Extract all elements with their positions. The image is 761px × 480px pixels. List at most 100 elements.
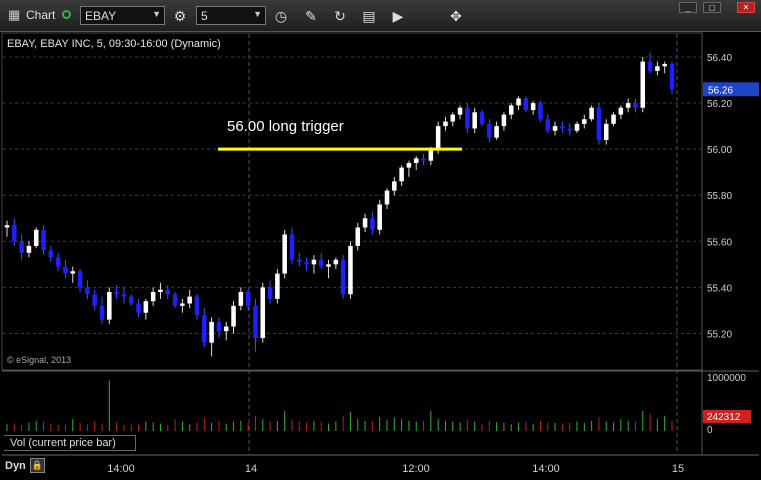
candle-body (92, 294, 97, 306)
candle-body (465, 107, 470, 129)
price-tick-label: 55.60 (707, 237, 732, 248)
candle-body (399, 167, 404, 182)
candle-body (70, 271, 76, 274)
candle-body (494, 126, 499, 138)
time-tick-label: 14:00 (532, 463, 560, 475)
candle-body (253, 305, 258, 339)
candle-body (538, 103, 543, 120)
price-tick-label: 56.20 (707, 99, 732, 110)
candle-body (640, 61, 646, 108)
candle-body (172, 294, 178, 306)
candle-body (333, 259, 339, 265)
candle-body (647, 61, 653, 71)
volume-study-label[interactable]: Vol (current price bar) (4, 435, 136, 451)
candle-body (443, 121, 448, 127)
candle-body (523, 98, 529, 111)
candle-body (567, 128, 572, 131)
candle-body (406, 162, 412, 168)
dynamic-mode-label: Dyn (5, 460, 26, 472)
candle-body (180, 303, 185, 306)
last-price-value: 56.26 (708, 85, 733, 96)
candle-body (355, 227, 361, 246)
last-volume-value: 242312 (707, 412, 741, 423)
candle-body (311, 259, 317, 265)
candle-body (582, 119, 587, 124)
candle-body (552, 126, 558, 131)
price-tick-label: 56.40 (707, 53, 732, 64)
candle-body (107, 291, 112, 320)
candle-body (194, 296, 200, 316)
time-tick-label: 12:00 (402, 463, 430, 475)
candle-body (472, 112, 477, 129)
lock-icon[interactable]: 🔒 (30, 458, 45, 473)
price-panel-frame (1, 32, 703, 371)
candle-body (611, 114, 616, 124)
volume-series (6, 380, 673, 431)
candle-body (41, 229, 46, 251)
candle-body (589, 107, 594, 120)
trigger-annotation: 56.00 long trigger (227, 118, 344, 135)
candle-body (362, 218, 368, 228)
candle-body (48, 250, 54, 258)
candle-body (318, 259, 324, 267)
price-tick-label: 55.20 (707, 329, 732, 340)
price-tick-label: 55.80 (707, 191, 732, 202)
candle-body (187, 296, 192, 304)
candle-body (487, 123, 492, 138)
candle-body (479, 112, 485, 124)
candle-body (377, 204, 382, 230)
candle-body (260, 287, 266, 339)
candle-body (384, 190, 390, 205)
candle-body (114, 291, 119, 295)
chart-header: EBAY, EBAY INC, 5, 09:30-16:00 (Dynamic) (7, 38, 221, 50)
time-tick-label: 14 (245, 463, 257, 475)
candle-body (304, 262, 309, 265)
candle-body (136, 303, 141, 313)
candle-body (55, 257, 61, 267)
candle-body (662, 63, 667, 67)
candle-body (223, 326, 229, 332)
candle-body (326, 264, 331, 267)
price-tick-label: 55.40 (707, 283, 732, 294)
candle-body (457, 107, 463, 115)
candlestick-series (4, 52, 675, 357)
candle-body (370, 218, 375, 230)
candle-body (625, 103, 631, 108)
candle-body (121, 294, 127, 297)
candle-body (428, 149, 434, 161)
candle-body (282, 234, 287, 274)
price-tick-label: 56.00 (707, 145, 732, 156)
candle-body (231, 305, 236, 327)
candle-body (618, 107, 624, 115)
candle-body (245, 291, 251, 306)
candle-body (238, 291, 244, 306)
time-axis: 14:00 14 12:00 14:00 15 (107, 463, 684, 475)
candle-body (560, 126, 565, 129)
candle-body (340, 259, 346, 295)
candle-body (19, 241, 24, 253)
candle-body (85, 287, 90, 295)
candle-body (603, 123, 609, 140)
candle-body (275, 273, 280, 299)
candle-body (150, 291, 156, 302)
candle-body (413, 158, 419, 163)
candle-body (508, 105, 514, 115)
candle-body (209, 321, 214, 343)
candle-body (216, 321, 222, 332)
price-chart[interactable]: 56.40 56.20 56.00 55.80 55.60 55.40 55.20 14:0… (0, 0, 761, 480)
candle-body (4, 225, 10, 228)
candle-body (165, 289, 171, 295)
candle-body (348, 245, 353, 295)
volume-tick-zero: 0 (707, 425, 713, 436)
candle-body (77, 271, 83, 288)
time-tick-label: 14:00 (107, 463, 135, 475)
candle-body (392, 181, 397, 191)
candle-body (574, 123, 580, 131)
candle-body (267, 287, 273, 299)
candle-body (158, 289, 163, 292)
candle-body (26, 245, 32, 253)
candle-body (289, 234, 295, 260)
candle-body (12, 225, 17, 242)
time-tick-label: 15 (672, 463, 684, 475)
candle-body (669, 63, 675, 90)
